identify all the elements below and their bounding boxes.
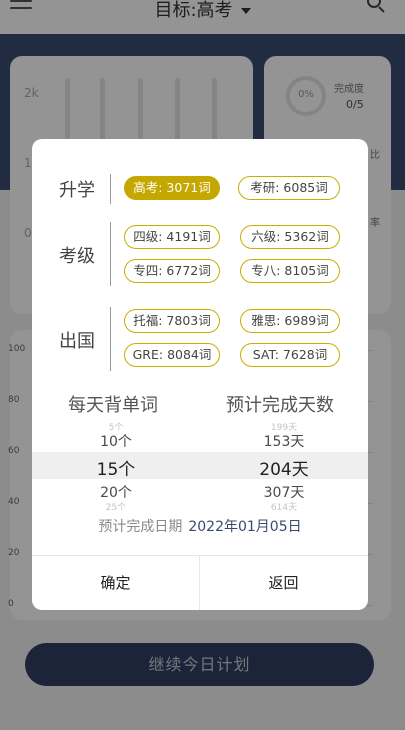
days-picker-item[interactable]: 153天 bbox=[240, 431, 328, 451]
confirm-button[interactable]: 确定 bbox=[32, 556, 199, 610]
daily-words-picker-item[interactable]: 25个 bbox=[72, 500, 160, 513]
option-tem8[interactable]: 专八: 8105词 bbox=[240, 259, 340, 283]
category-label-further-study: 升学 bbox=[59, 180, 95, 201]
category-label-exams: 考级 bbox=[59, 246, 95, 267]
category-divider bbox=[110, 307, 111, 371]
option-sat[interactable]: SAT: 7628词 bbox=[240, 343, 340, 367]
option-cet4[interactable]: 四级: 4191词 bbox=[124, 225, 220, 249]
option-tem4[interactable]: 专四: 6772词 bbox=[124, 259, 220, 283]
completion-date-label: 预计完成日期 bbox=[98, 519, 183, 535]
daily-words-picker-item[interactable]: 10个 bbox=[72, 431, 160, 451]
days-header: 预计完成天数 bbox=[226, 395, 334, 416]
category-label-study-abroad: 出国 bbox=[59, 331, 95, 352]
days-picker-item[interactable]: 307天 bbox=[240, 482, 328, 502]
daily-words-picker-item[interactable]: 20个 bbox=[72, 482, 160, 502]
word-book-dialog: 升学 高考: 3071词 考研: 6085词 考级 四级: 4191词 六级: … bbox=[32, 139, 368, 610]
completion-date-row: 预计完成日期 2022年01月05日 bbox=[32, 516, 368, 536]
days-picker-item[interactable]: 614天 bbox=[240, 500, 328, 513]
daily-words-picker-selected[interactable]: 15个 bbox=[72, 455, 160, 480]
category-divider bbox=[110, 222, 111, 286]
option-gre[interactable]: GRE: 8084词 bbox=[124, 343, 220, 367]
option-cet6[interactable]: 六级: 5362词 bbox=[240, 225, 340, 249]
category-divider bbox=[110, 174, 111, 204]
completion-date-value: 2022年01月05日 bbox=[188, 519, 302, 535]
option-ielts[interactable]: 雅思: 6989词 bbox=[240, 309, 340, 333]
days-picker-selected[interactable]: 204天 bbox=[240, 455, 328, 480]
daily-words-header: 每天背单词 bbox=[68, 395, 158, 416]
option-gaokao[interactable]: 高考: 3071词 bbox=[124, 176, 220, 200]
back-button[interactable]: 返回 bbox=[200, 556, 367, 610]
option-kaoyan[interactable]: 考研: 6085词 bbox=[238, 176, 340, 200]
option-toefl[interactable]: 托福: 7803词 bbox=[124, 309, 220, 333]
